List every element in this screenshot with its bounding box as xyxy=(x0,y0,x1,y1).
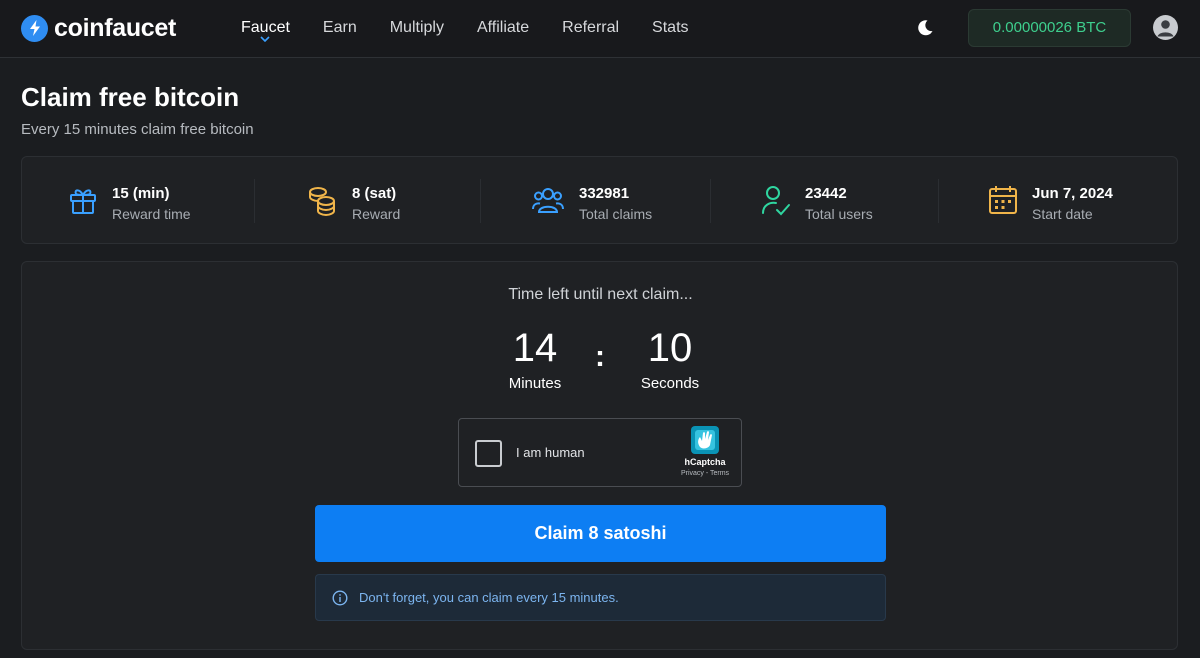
nav-item-faucet[interactable]: Faucet xyxy=(241,0,290,58)
claim-panel: Time left until next claim... 14 Minutes… xyxy=(21,261,1178,650)
nav-item-label: Earn xyxy=(322,19,357,36)
top-navbar: coinfaucet Faucet Earn Multiply Affiliat… xyxy=(0,0,1200,58)
timer-minutes-label: Minutes xyxy=(508,375,562,392)
users-icon xyxy=(532,188,564,213)
timer-minutes-value: 14 xyxy=(512,326,558,370)
captcha-checkbox[interactable] xyxy=(475,440,502,467)
hcaptcha-widget: I am human hCaptcha Privacy - Terms xyxy=(458,418,742,487)
user-avatar-icon[interactable] xyxy=(1153,15,1178,40)
nav-item-earn[interactable]: Earn xyxy=(323,0,357,58)
timer-seconds-label: Seconds xyxy=(640,375,700,392)
nav-item-label: Stats xyxy=(652,19,689,36)
balance-badge[interactable]: 0.00000026 BTC xyxy=(968,9,1131,47)
nav-item-affiliate[interactable]: Affiliate xyxy=(477,0,529,58)
stats-bar: 15 (min) Reward time 8 (sat) Reward 3329… xyxy=(21,156,1178,244)
coins-icon xyxy=(309,187,335,216)
main-nav: Faucet Earn Multiply Affiliate Referral … xyxy=(241,0,722,58)
stat-label: Reward xyxy=(352,206,401,222)
stat-value: 332981 xyxy=(579,185,630,202)
nav-item-referral[interactable]: Referral xyxy=(562,0,619,58)
captcha-brand: hCaptcha xyxy=(684,457,726,467)
brand-logo[interactable]: coinfaucet xyxy=(21,14,176,42)
captcha-label: I am human xyxy=(516,445,585,460)
captcha-privacy-terms-link[interactable]: Privacy - Terms xyxy=(669,470,741,477)
timer-seconds: 10 Seconds xyxy=(615,324,725,392)
stat-label: Start date xyxy=(1032,206,1093,222)
active-indicator-icon xyxy=(260,36,271,42)
nav-item-label: Multiply xyxy=(389,19,444,36)
info-icon xyxy=(332,590,348,606)
timer-caption: Time left until next claim... xyxy=(508,286,693,303)
stat-value: Jun 7, 2024 xyxy=(1032,185,1113,202)
page-title: Claim free bitcoin xyxy=(21,82,240,112)
stat-divider xyxy=(710,179,711,223)
stat-value: 23442 xyxy=(805,185,847,202)
bolt-icon xyxy=(21,14,48,42)
stat-label: Total users xyxy=(805,206,873,222)
brand-name: coinfaucet xyxy=(54,13,177,42)
gift-icon xyxy=(70,189,96,214)
stat-label: Total claims xyxy=(579,206,653,222)
stat-divider xyxy=(480,179,481,223)
stat-divider xyxy=(254,179,255,223)
hcaptcha-logo-icon xyxy=(691,426,719,454)
timer-separator: : xyxy=(595,340,605,373)
page-subtitle: Every 15 minutes claim free bitcoin xyxy=(21,121,254,138)
moon-icon[interactable] xyxy=(916,19,934,37)
timer-seconds-value: 10 xyxy=(647,326,693,370)
claim-button[interactable]: Claim 8 satoshi xyxy=(315,505,886,562)
stat-label: Reward time xyxy=(112,206,191,222)
info-alert: Don't forget, you can claim every 15 min… xyxy=(315,574,886,621)
nav-item-multiply[interactable]: Multiply xyxy=(390,0,444,58)
user-check-icon xyxy=(762,186,790,216)
stat-value: 8 (sat) xyxy=(352,185,397,202)
stat-value: 15 (min) xyxy=(112,185,170,202)
nav-item-label: Faucet xyxy=(241,19,290,36)
nav-item-label: Affiliate xyxy=(476,19,530,36)
stat-divider xyxy=(938,179,939,223)
nav-item-stats[interactable]: Stats xyxy=(652,0,688,58)
nav-item-label: Referral xyxy=(562,19,620,36)
calendar-icon xyxy=(989,186,1017,214)
info-text: Don't forget, you can claim every 15 min… xyxy=(359,590,619,605)
timer-minutes: 14 Minutes xyxy=(480,324,590,392)
